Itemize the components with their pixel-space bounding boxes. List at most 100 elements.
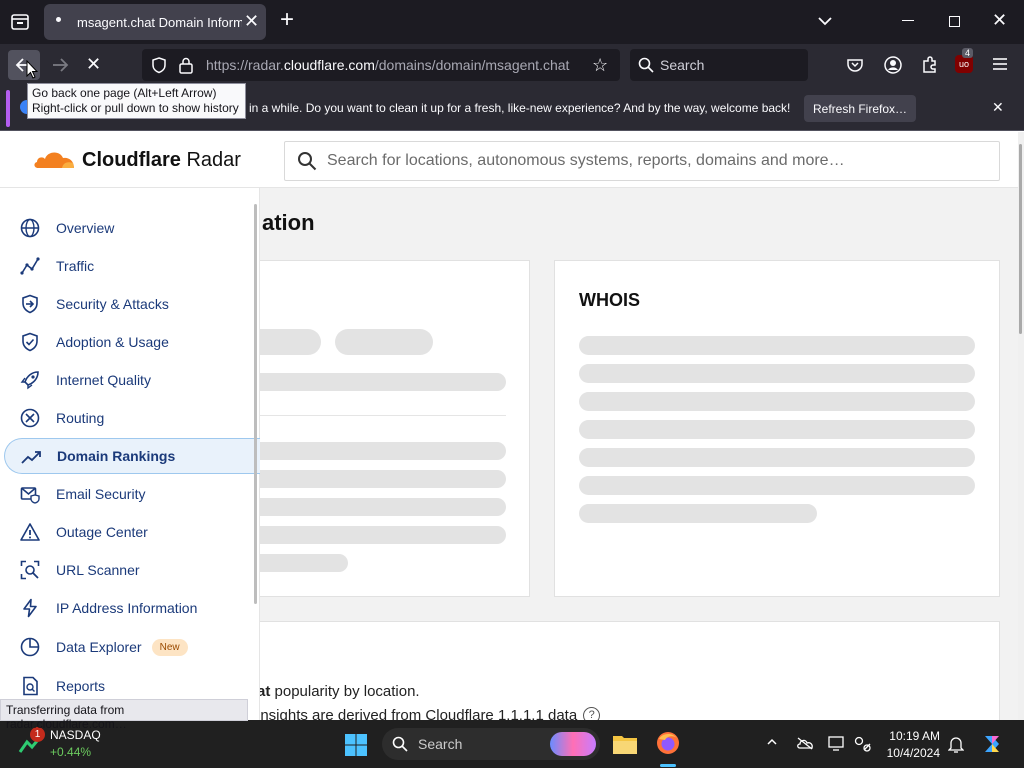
refresh-firefox-button[interactable]: Refresh Firefox… — [804, 95, 916, 122]
sidebar-scrollbar[interactable] — [254, 204, 257, 604]
sidebar-item-label: Email Security — [56, 486, 146, 502]
skeleton-line — [579, 476, 975, 495]
url-bar[interactable]: https://radar.cloudflare.com/domains/dom… — [142, 49, 620, 81]
loading-dot-icon — [56, 17, 61, 22]
page-title: ation — [262, 210, 315, 235]
pie-chart-icon — [20, 637, 40, 657]
network-icon[interactable] — [854, 736, 872, 752]
restore-icon[interactable] — [949, 16, 960, 27]
sidebar-item-routing[interactable]: Routing — [4, 400, 260, 436]
site-search-input[interactable]: Search for locations, autonomous systems… — [284, 141, 1000, 181]
sidebar-item-email-security[interactable]: Email Security — [4, 476, 260, 512]
warning-icon — [20, 522, 40, 542]
lock-icon[interactable] — [178, 56, 194, 74]
list-tabs-chevron-icon[interactable] — [816, 12, 834, 30]
pocket-icon[interactable] — [846, 56, 864, 74]
navigation-toolbar: ✕ https://radar.cloudflare.com/domains/d… — [0, 44, 1024, 86]
sidebar-item-label: Traffic — [56, 258, 95, 274]
browser-search-box[interactable]: Search — [630, 49, 808, 81]
site-search-icon — [297, 151, 317, 171]
skeleton-line — [579, 504, 817, 523]
new-badge: New — [151, 638, 188, 656]
trending-icon — [21, 447, 41, 467]
bookmark-star-icon[interactable]: ☆ — [592, 55, 608, 76]
traffic-icon — [20, 256, 40, 276]
taskbar-search[interactable]: Search — [382, 728, 600, 760]
popularity-card: at popularity by location. insights are … — [200, 621, 1000, 720]
sidebar-item-label: Adoption & Usage — [56, 334, 169, 350]
cloudflare-logo[interactable] — [32, 148, 76, 170]
sidebar-item-data-explorer[interactable]: Data Explorer New — [4, 629, 260, 665]
rocket-icon — [20, 370, 40, 390]
notification-bell-icon[interactable] — [948, 735, 964, 753]
sidebar-item-label: Reports — [56, 678, 106, 694]
shield-arrow-icon — [20, 294, 40, 314]
whois-card: WHOIS — [554, 260, 1000, 597]
status-bar: Transferring data from radar.cloudflare.… — [0, 699, 248, 731]
minimize-icon[interactable] — [902, 20, 914, 21]
sidebar-item-label: Security & Attacks — [56, 296, 169, 312]
sidebar-item-adoption-usage[interactable]: Adoption & Usage — [4, 324, 260, 360]
skeleton-line — [241, 498, 506, 516]
sidebar-item-traffic[interactable]: Traffic — [4, 248, 260, 284]
stop-loading-icon[interactable]: ✕ — [86, 54, 101, 75]
stock-change: +0.44% — [50, 745, 92, 759]
skeleton-line — [579, 448, 975, 467]
sidebar-item-url-scanner[interactable]: URL Scanner — [4, 552, 260, 588]
clock-date[interactable]: 10/4/2024 — [884, 746, 940, 760]
site-brand[interactable]: Cloudflare Radar — [82, 149, 241, 172]
scanner-icon — [20, 560, 40, 580]
help-icon[interactable]: ? — [583, 707, 601, 720]
globe-icon — [20, 218, 40, 238]
extensions-puzzle-icon[interactable] — [920, 55, 940, 75]
sidebar-item-label: Domain Rankings — [57, 448, 176, 464]
back-button-tooltip: Go back one page (Alt+Left Arrow) Right-… — [27, 83, 246, 119]
account-icon[interactable] — [883, 55, 903, 75]
tab-close-icon[interactable]: ✕ — [244, 11, 259, 32]
sidebar-item-security-attacks[interactable]: Security & Attacks — [4, 286, 260, 322]
sidebar-nav: Overview Traffic Security & Attacks Adop… — [0, 188, 260, 720]
show-hidden-icons-chevron-icon[interactable] — [766, 736, 778, 748]
url-text[interactable]: https://radar.cloudflare.com/domains/dom… — [206, 57, 569, 73]
whois-title: WHOIS — [579, 290, 640, 310]
page-content: Cloudflare Radar Search for locations, a… — [0, 132, 1024, 720]
window-close-icon[interactable]: ✕ — [992, 10, 1007, 31]
clock-time[interactable]: 10:19 AM — [888, 729, 940, 743]
tracking-protection-shield-icon[interactable] — [150, 56, 168, 74]
scrollbar-thumb[interactable] — [1019, 144, 1022, 334]
tab-overview-icon[interactable] — [10, 12, 30, 32]
search-highlight-art — [550, 732, 596, 756]
taskbar-search-icon — [392, 736, 408, 752]
email-shield-icon — [20, 484, 40, 504]
search-placeholder: Search — [660, 57, 705, 73]
sidebar-item-label: IP Address Information — [56, 600, 198, 616]
notification-close-icon[interactable]: ✕ — [992, 99, 1004, 116]
report-icon — [20, 676, 40, 696]
notification-text: in a while. Do you want to clean it up f… — [249, 101, 791, 115]
copilot-icon[interactable] — [980, 732, 1004, 756]
hamburger-menu-icon[interactable] — [991, 56, 1009, 72]
forward-button[interactable] — [48, 50, 72, 80]
sidebar-item-domain-rankings[interactable]: Domain Rankings — [4, 438, 260, 474]
active-app-indicator — [660, 764, 676, 767]
routing-icon — [20, 408, 40, 428]
sidebar-item-label: Overview — [56, 220, 115, 236]
sidebar-item-ip-address-information[interactable]: IP Address Information — [4, 590, 260, 626]
sidebar-item-internet-quality[interactable]: Internet Quality — [4, 362, 260, 398]
page-scrollbar[interactable] — [1018, 132, 1024, 720]
popularity-text: at popularity by location. — [257, 683, 420, 700]
sidebar-item-label: Internet Quality — [56, 372, 151, 388]
onedrive-icon[interactable] — [796, 736, 814, 750]
sidebar-item-overview[interactable]: Overview — [4, 210, 260, 246]
taskbar-search-placeholder: Search — [418, 736, 463, 752]
skeleton-line — [579, 336, 975, 355]
skeleton-line — [241, 442, 506, 460]
firefox-taskbar-icon[interactable] — [655, 730, 681, 756]
browser-tab[interactable]: msagent.chat Domain Informa ✕ — [44, 4, 266, 40]
display-icon[interactable] — [828, 736, 846, 752]
new-tab-icon[interactable]: + — [280, 8, 294, 32]
file-explorer-icon[interactable] — [612, 732, 638, 756]
sidebar-item-outage-center[interactable]: Outage Center — [4, 514, 260, 550]
insights-text: insights are derived from Cloudflare 1.1… — [257, 707, 601, 720]
windows-start-icon[interactable] — [344, 733, 368, 757]
